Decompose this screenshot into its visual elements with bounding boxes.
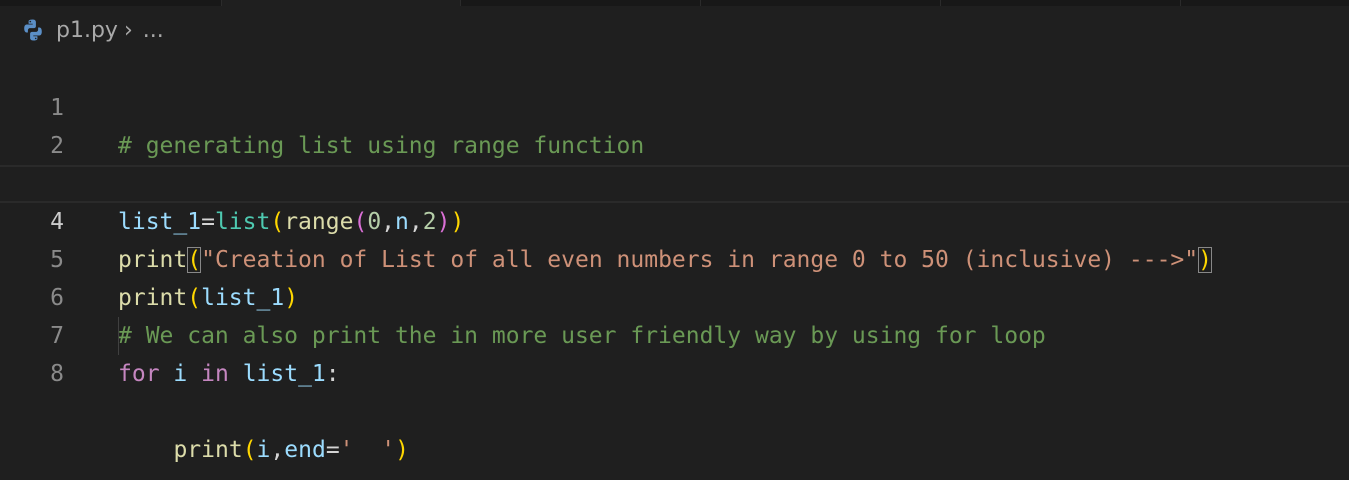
python-icon [20, 17, 46, 43]
code-line-active[interactable]: 4 print("Creation of List of all even nu… [0, 165, 1349, 273]
tab-divider [460, 0, 461, 6]
tab-divider [221, 0, 222, 6]
line-number[interactable]: 8 [0, 355, 64, 393]
breadcrumb-file[interactable]: p1.py [56, 18, 118, 43]
code-line[interactable]: 5 print(list_1) [0, 203, 1349, 311]
tab-divider [1180, 0, 1181, 6]
tab-strip [0, 0, 1349, 6]
code-line[interactable]: 2 n=int(input("enter range limit from o … [0, 89, 1349, 197]
breadcrumb-more[interactable]: ... [143, 18, 164, 43]
code-text: print(i,end=' ') [173, 437, 409, 463]
code-text: for i in list_1: [118, 361, 340, 387]
tab-divider [700, 0, 701, 6]
indent-guide [118, 317, 119, 355]
code-line[interactable]: 8 print(i,end=' ') [0, 317, 1349, 463]
active-tab-edge [222, 0, 460, 6]
code-line[interactable]: 7 for i in list_1: [0, 279, 1349, 387]
breadcrumb: p1.py › ... [20, 14, 164, 46]
chevron-right-icon: › [123, 17, 133, 43]
code-editor[interactable]: p1.py › ... 1 # generating list using ra… [0, 0, 1349, 480]
code-line[interactable]: 3 list_1=list(range(0,n,2)) [0, 127, 1349, 235]
code-lines[interactable]: 1 # generating list using range function… [0, 51, 1349, 463]
code-line[interactable]: 1 # generating list using range function [0, 51, 1349, 159]
code-line[interactable]: 6 # We can also print the in more user f… [0, 241, 1349, 349]
tab-divider [940, 0, 941, 6]
